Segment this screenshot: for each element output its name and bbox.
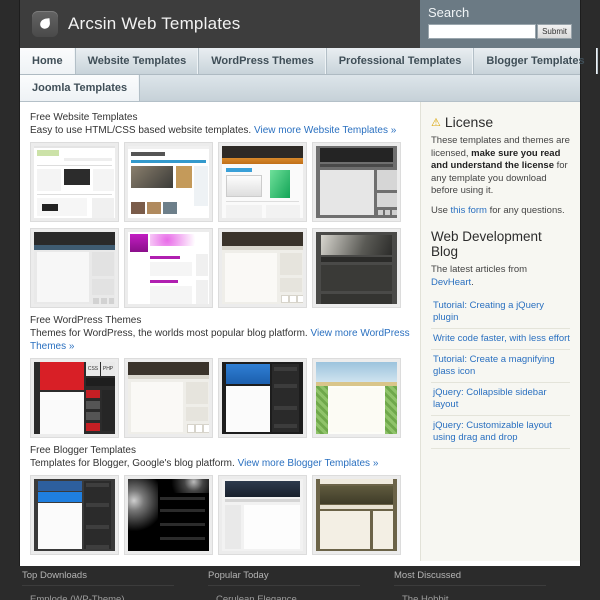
- thumb-flatmade-edition[interactable]: [218, 142, 307, 222]
- footer-column-title: Most Discussed: [394, 570, 546, 586]
- section-title: Free Blogger Templates: [30, 445, 136, 456]
- thumb-simpleness[interactable]: [218, 475, 307, 555]
- thumb-emplode-wp[interactable]: [124, 358, 213, 438]
- section-website-templates-head: Free Website Templates Easy to use HTML/…: [30, 111, 420, 137]
- main-column: Free Website Templates Easy to use HTML/…: [20, 102, 420, 561]
- section-desc: Themes for WordPress, the worlds most po…: [30, 327, 420, 353]
- list-item[interactable]: Emplode (WP-Theme): [22, 586, 174, 600]
- footer-column-title: Top Downloads: [22, 570, 174, 586]
- search-label: Search: [428, 5, 470, 20]
- license-heading-text: License: [444, 114, 494, 130]
- section-desc: Templates for Blogger, Google's blog pla…: [30, 457, 420, 470]
- footer-list: Cerulean Elegance Simple Organization: [208, 586, 360, 600]
- nav-item-home[interactable]: Home: [20, 48, 76, 74]
- nav-filler-2: [140, 75, 580, 101]
- blog-article-link[interactable]: Tutorial: Create a magnifying glass icon: [433, 354, 570, 378]
- footer-link[interactable]: The Hobbit: [402, 594, 448, 600]
- footer-list: Emplode (WP-Theme) Beautiful Day 2.0 (WP…: [22, 586, 174, 600]
- nav-item-wordpress-themes[interactable]: WordPress Themes: [199, 48, 327, 74]
- license-heading: ⚠ License: [431, 114, 570, 130]
- thumb-summer-breeze[interactable]: [312, 358, 401, 438]
- sidebar: ⚠ License These templates and themes are…: [420, 102, 580, 561]
- footer-link[interactable]: Emplode (WP-Theme): [30, 594, 125, 600]
- list-item[interactable]: Cerulean Elegance: [208, 586, 360, 600]
- page-container: Arcsin Web Templates Search Submit Home …: [20, 0, 598, 600]
- blog-article-list: Tutorial: Creating a jQuery plugin Write…: [431, 296, 570, 449]
- thumb-dark-slate[interactable]: [312, 142, 401, 222]
- list-item[interactable]: Tutorial: Creating a jQuery plugin: [431, 296, 570, 329]
- thumb-cerulean-elegance[interactable]: [30, 228, 119, 308]
- thumb-blue-dark-sidebar[interactable]: [218, 358, 307, 438]
- thumb-row: [30, 142, 420, 222]
- thumb-emplode-website-template[interactable]: [218, 228, 307, 308]
- blog-article-link[interactable]: jQuery: Collapsible sidebar layout: [433, 387, 570, 411]
- thumb-row: [30, 228, 420, 308]
- blog-article-link[interactable]: jQuery: Customizable layout using drag a…: [433, 420, 570, 444]
- thumb-vintage-olive[interactable]: [312, 475, 401, 555]
- section-desc: Easy to use HTML/CSS based website templ…: [30, 124, 420, 137]
- brand[interactable]: Arcsin Web Templates: [20, 11, 241, 37]
- thumb-simple-organization[interactable]: [30, 142, 119, 222]
- primary-nav: Home Website Templates WordPress Themes …: [20, 48, 598, 75]
- search-box: Search Submit: [420, 0, 580, 48]
- site-header: Arcsin Web Templates Search Submit: [20, 0, 580, 48]
- thumb-blue-blogger[interactable]: [30, 475, 119, 555]
- use-prefix: Use: [431, 204, 451, 216]
- license-text: These templates and themes are licensed,…: [431, 135, 570, 198]
- list-item[interactable]: Write code faster, with less effort: [431, 329, 570, 350]
- thumb-row: [30, 475, 420, 555]
- section-wordpress-themes-head: Free WordPress Themes Themes for WordPre…: [30, 314, 420, 353]
- arcsin-logo-icon: [32, 11, 58, 37]
- nav-item-joomla-templates[interactable]: Joomla Templates: [20, 75, 141, 101]
- thumb-purple-splash[interactable]: [124, 228, 213, 308]
- warning-icon: ⚠: [431, 116, 441, 129]
- section-more-link[interactable]: View more Blogger Templates »: [238, 458, 379, 469]
- footer-list: The Hobbit Digital Lust: [394, 586, 546, 600]
- blog-intro: The latest articles from DevHeart.: [431, 264, 570, 289]
- use-suffix: for any questions.: [486, 204, 565, 216]
- section-blogger-templates-head: Free Blogger Templates Templates for Blo…: [30, 444, 420, 470]
- list-item[interactable]: The Hobbit: [394, 586, 546, 600]
- section-more-link[interactable]: View more Website Templates »: [254, 125, 396, 136]
- this-form-link[interactable]: this form: [451, 205, 487, 216]
- nav-item-blogger-templates[interactable]: Blogger Templates: [474, 48, 598, 74]
- nav-item-website-templates[interactable]: Website Templates: [76, 48, 200, 74]
- search-input[interactable]: [428, 24, 537, 39]
- site-title: Arcsin Web Templates: [68, 14, 241, 33]
- thumb-simple-magazine[interactable]: [124, 142, 213, 222]
- section-desc-text: Easy to use HTML/CSS based website templ…: [30, 125, 252, 136]
- content-wrapper: Free Website Templates Easy to use HTML/…: [20, 102, 580, 561]
- footer-column-most-discussed: Most Discussed The Hobbit Digital Lust: [372, 566, 558, 600]
- secondary-nav: Joomla Templates: [20, 75, 580, 102]
- site-footer: Top Downloads Emplode (WP-Theme) Beautif…: [0, 566, 600, 600]
- license-questions: Use this form for any questions.: [431, 205, 570, 218]
- thumb-red-css-php[interactable]: CSS PHP: [30, 358, 119, 438]
- list-item[interactable]: jQuery: Collapsible sidebar layout: [431, 383, 570, 416]
- blog-heading: Web Development Blog: [431, 229, 542, 259]
- thumb-black-grunge[interactable]: [124, 475, 213, 555]
- section-title: Free Website Templates: [30, 112, 138, 123]
- devheart-link[interactable]: DevHeart: [431, 277, 471, 288]
- list-item[interactable]: Tutorial: Create a magnifying glass icon: [431, 350, 570, 383]
- section-desc-text: Templates for Blogger, Google's blog pla…: [30, 458, 235, 469]
- thumb-grunge-charcoal[interactable]: [312, 228, 401, 308]
- footer-column-title: Popular Today: [208, 570, 360, 586]
- nav-item-professional-templates[interactable]: Professional Templates: [327, 48, 475, 74]
- blog-intro-suffix: .: [471, 276, 474, 288]
- footer-link[interactable]: Cerulean Elegance: [216, 594, 297, 600]
- footer-column-popular-today: Popular Today Cerulean Elegance Simple O…: [186, 566, 372, 600]
- thumb-row: CSS PHP: [30, 358, 420, 438]
- list-item[interactable]: jQuery: Customizable layout using drag a…: [431, 416, 570, 449]
- blog-article-link[interactable]: Tutorial: Creating a jQuery plugin: [433, 300, 570, 324]
- blog-intro-prefix: The latest articles from: [431, 264, 528, 275]
- section-title: Free WordPress Themes: [30, 315, 142, 326]
- search-submit-button[interactable]: Submit: [537, 24, 572, 39]
- footer-column-top-downloads: Top Downloads Emplode (WP-Theme) Beautif…: [0, 566, 186, 600]
- section-desc-text: Themes for WordPress, the worlds most po…: [30, 328, 308, 339]
- blog-article-link[interactable]: Write code faster, with less effort: [433, 333, 570, 345]
